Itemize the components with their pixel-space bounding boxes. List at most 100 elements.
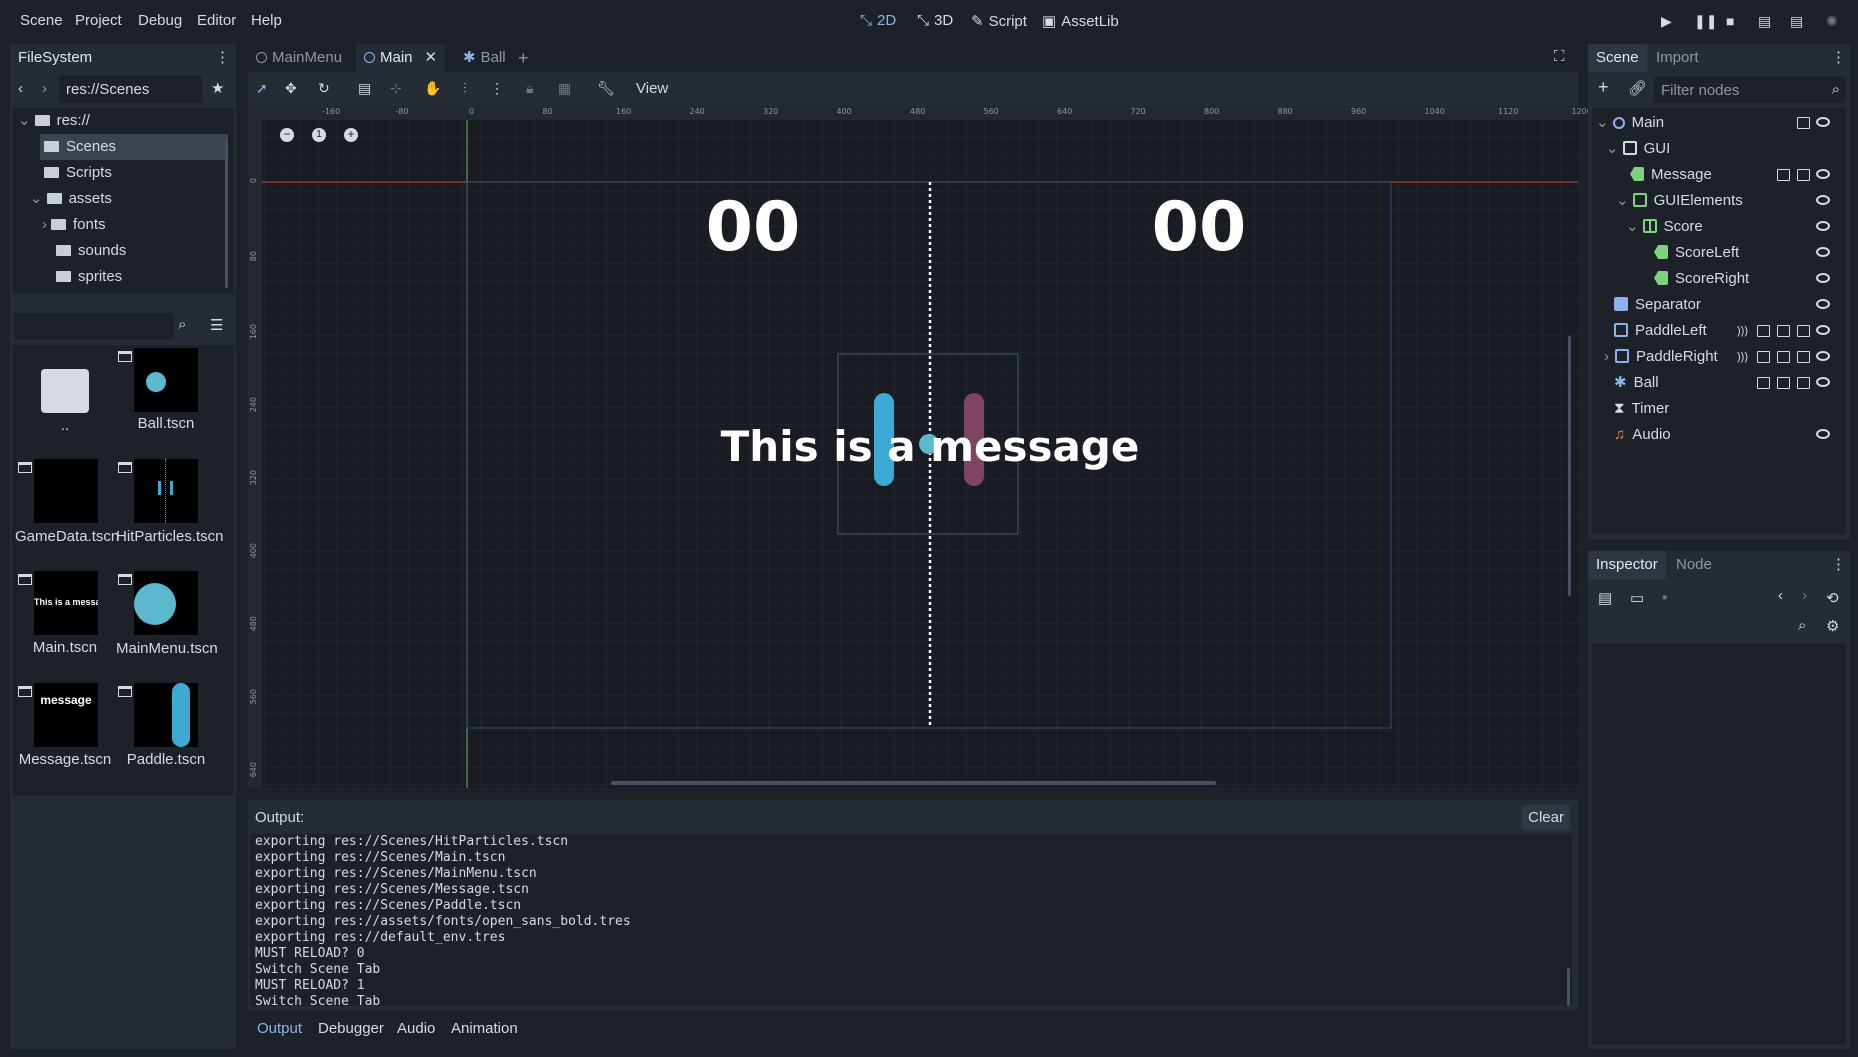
script-icon[interactable] [1797,117,1810,129]
pan-tool-icon[interactable]: ✋ [424,80,441,97]
instance-icon[interactable]: 🔗︎ [1628,79,1647,97]
tab-output[interactable]: Output [257,1020,302,1037]
file-item-message[interactable]: message [34,683,98,747]
tree-item-sounds[interactable]: sounds [56,238,126,264]
zoom-in-icon[interactable]: + [344,128,358,142]
tab-animation[interactable]: Animation [451,1020,518,1037]
visibility-icon[interactable] [1816,221,1830,231]
object-properties-icon[interactable]: ⚙ [1826,617,1839,635]
menu-editor[interactable]: Editor [197,12,236,29]
menu-debug[interactable]: Debug [138,12,182,29]
visibility-icon[interactable] [1816,429,1830,439]
move-tool-icon[interactable]: ✥ [285,80,297,97]
dock-menu-icon[interactable]: ⋮ [1831,48,1846,66]
tree-item-scenes[interactable]: Scenes [40,134,228,160]
tree-item-fonts[interactable]: › fonts [42,212,106,238]
file-item-main[interactable]: This is a message [34,571,98,635]
tree-scrollbar[interactable] [225,138,228,288]
tab-audio[interactable]: Audio [397,1020,435,1037]
filter-nodes-input[interactable]: Filter nodes ⌕ [1654,77,1846,103]
tree-item-root[interactable]: ⌄ res:// [18,108,90,134]
workspace-2d-button[interactable]: ⤡ 2D [860,12,896,29]
view-menu[interactable]: View [636,80,668,97]
script-icon[interactable] [1777,351,1790,363]
save-icon[interactable]: ▪ [1662,589,1667,606]
node-gui[interactable]: ⌄ GUI [1592,136,1846,162]
lock-icon[interactable]: 🔒︎ [526,80,533,97]
group-icon[interactable]: ▦ [558,80,571,97]
file-item-gamedata[interactable] [34,459,98,523]
pause-icon[interactable]: ❚❚ [1694,13,1717,30]
output-log[interactable]: exporting res://Scenes/HitParticles.tscn… [250,834,1572,1009]
scene-instance-icon[interactable] [1757,325,1770,337]
tab-main[interactable]: Main ✕ [356,44,446,72]
zoom-out-icon[interactable]: − [280,128,294,142]
snap-icon[interactable]: ⫶ [463,80,467,97]
tree-item-scripts[interactable]: Scripts [44,160,112,186]
play-icon[interactable]: ▶ [1661,13,1672,30]
open-folder-icon[interactable]: ▭ [1630,589,1644,607]
signal-icon[interactable]: ))) [1737,344,1750,363]
node-message[interactable]: Message [1630,162,1846,188]
history-back-icon[interactable]: ‹ [1778,587,1783,604]
tab-mainmenu[interactable]: MainMenu [248,44,350,72]
favorite-star-icon[interactable]: ★ [211,79,224,97]
select-tool-icon[interactable]: ➚ [256,80,268,97]
file-item-ball[interactable] [134,348,198,412]
node-audio[interactable]: ♫ Audio [1614,422,1846,448]
search-icon[interactable]: ⌕ [178,316,186,333]
script-icon[interactable] [1797,169,1810,181]
node-paddleright[interactable]: › PaddleRight))) [1592,344,1846,370]
visibility-icon[interactable] [1816,247,1830,257]
signal-icon[interactable]: ))) [1737,318,1750,337]
viewport-vscrollbar[interactable] [1568,336,1571,596]
group-icon[interactable] [1797,351,1810,363]
tab-inspector[interactable]: Inspector [1588,551,1666,579]
tab-node[interactable]: Node [1668,551,1720,579]
scene-instance-icon[interactable] [1757,377,1770,389]
file-item-up[interactable] [41,357,89,413]
tab-filesystem[interactable]: FileSystem [10,44,101,72]
output-scrollbar[interactable] [1567,968,1570,1006]
visibility-icon[interactable] [1816,117,1830,127]
zoom-reset-icon[interactable]: 1 [312,128,326,142]
tab-scene[interactable]: Scene [1588,44,1647,72]
file-search-input[interactable] [14,313,174,339]
node-separator[interactable]: Separator [1614,292,1846,318]
history-forward-icon[interactable]: › [1802,587,1807,604]
scene-instance-icon[interactable] [1757,351,1770,363]
play-scene-icon[interactable]: ▤ [1758,13,1771,30]
workspace-3d-button[interactable]: ⤡ 3D [917,12,953,29]
new-resource-icon[interactable]: ▤ [1598,589,1612,607]
visibility-icon[interactable] [1816,195,1830,205]
dock-menu-icon[interactable]: ⋮ [215,48,230,66]
stop-icon[interactable]: ■ [1726,13,1734,29]
forward-icon[interactable]: › [42,80,47,97]
rotate-tool-icon[interactable]: ↻ [318,80,330,97]
node-scoreleft[interactable]: ScoreLeft [1654,240,1846,266]
menu-help[interactable]: Help [251,12,282,29]
file-item-mainmenu[interactable] [134,571,198,635]
close-icon[interactable]: ✕ [425,49,438,66]
workspace-assetlib-button[interactable]: ▣ AssetLib [1042,12,1119,31]
play-custom-scene-icon[interactable]: ▤ [1790,13,1803,30]
back-icon[interactable]: ‹ [18,80,23,97]
tab-ball[interactable]: ✱ Ball [455,44,514,72]
clear-button[interactable]: Clear [1522,805,1570,830]
history-icon[interactable]: ⟲ [1826,589,1839,607]
visibility-icon[interactable] [1816,169,1830,179]
script-icon[interactable] [1777,325,1790,337]
list-select-icon[interactable]: ▤ [358,80,371,97]
group-icon[interactable] [1797,377,1810,389]
script-icon[interactable] [1777,377,1790,389]
group-icon[interactable] [1797,325,1810,337]
node-score[interactable]: ⌄ Score [1592,214,1846,240]
tree-item-sprites[interactable]: sprites [56,264,122,290]
tree-item-assets[interactable]: ⌄ assets [30,186,112,212]
visibility-icon[interactable] [1816,299,1830,309]
search-icon[interactable]: ⌕ [1798,617,1806,634]
pivot-tool-icon[interactable]: ⊹ [390,80,402,97]
distraction-free-icon[interactable]: ⛶ [1554,48,1565,65]
node-guielements[interactable]: ⌄ GUIElements [1592,188,1846,214]
node-main[interactable]: ⌄ Main [1592,110,1846,136]
